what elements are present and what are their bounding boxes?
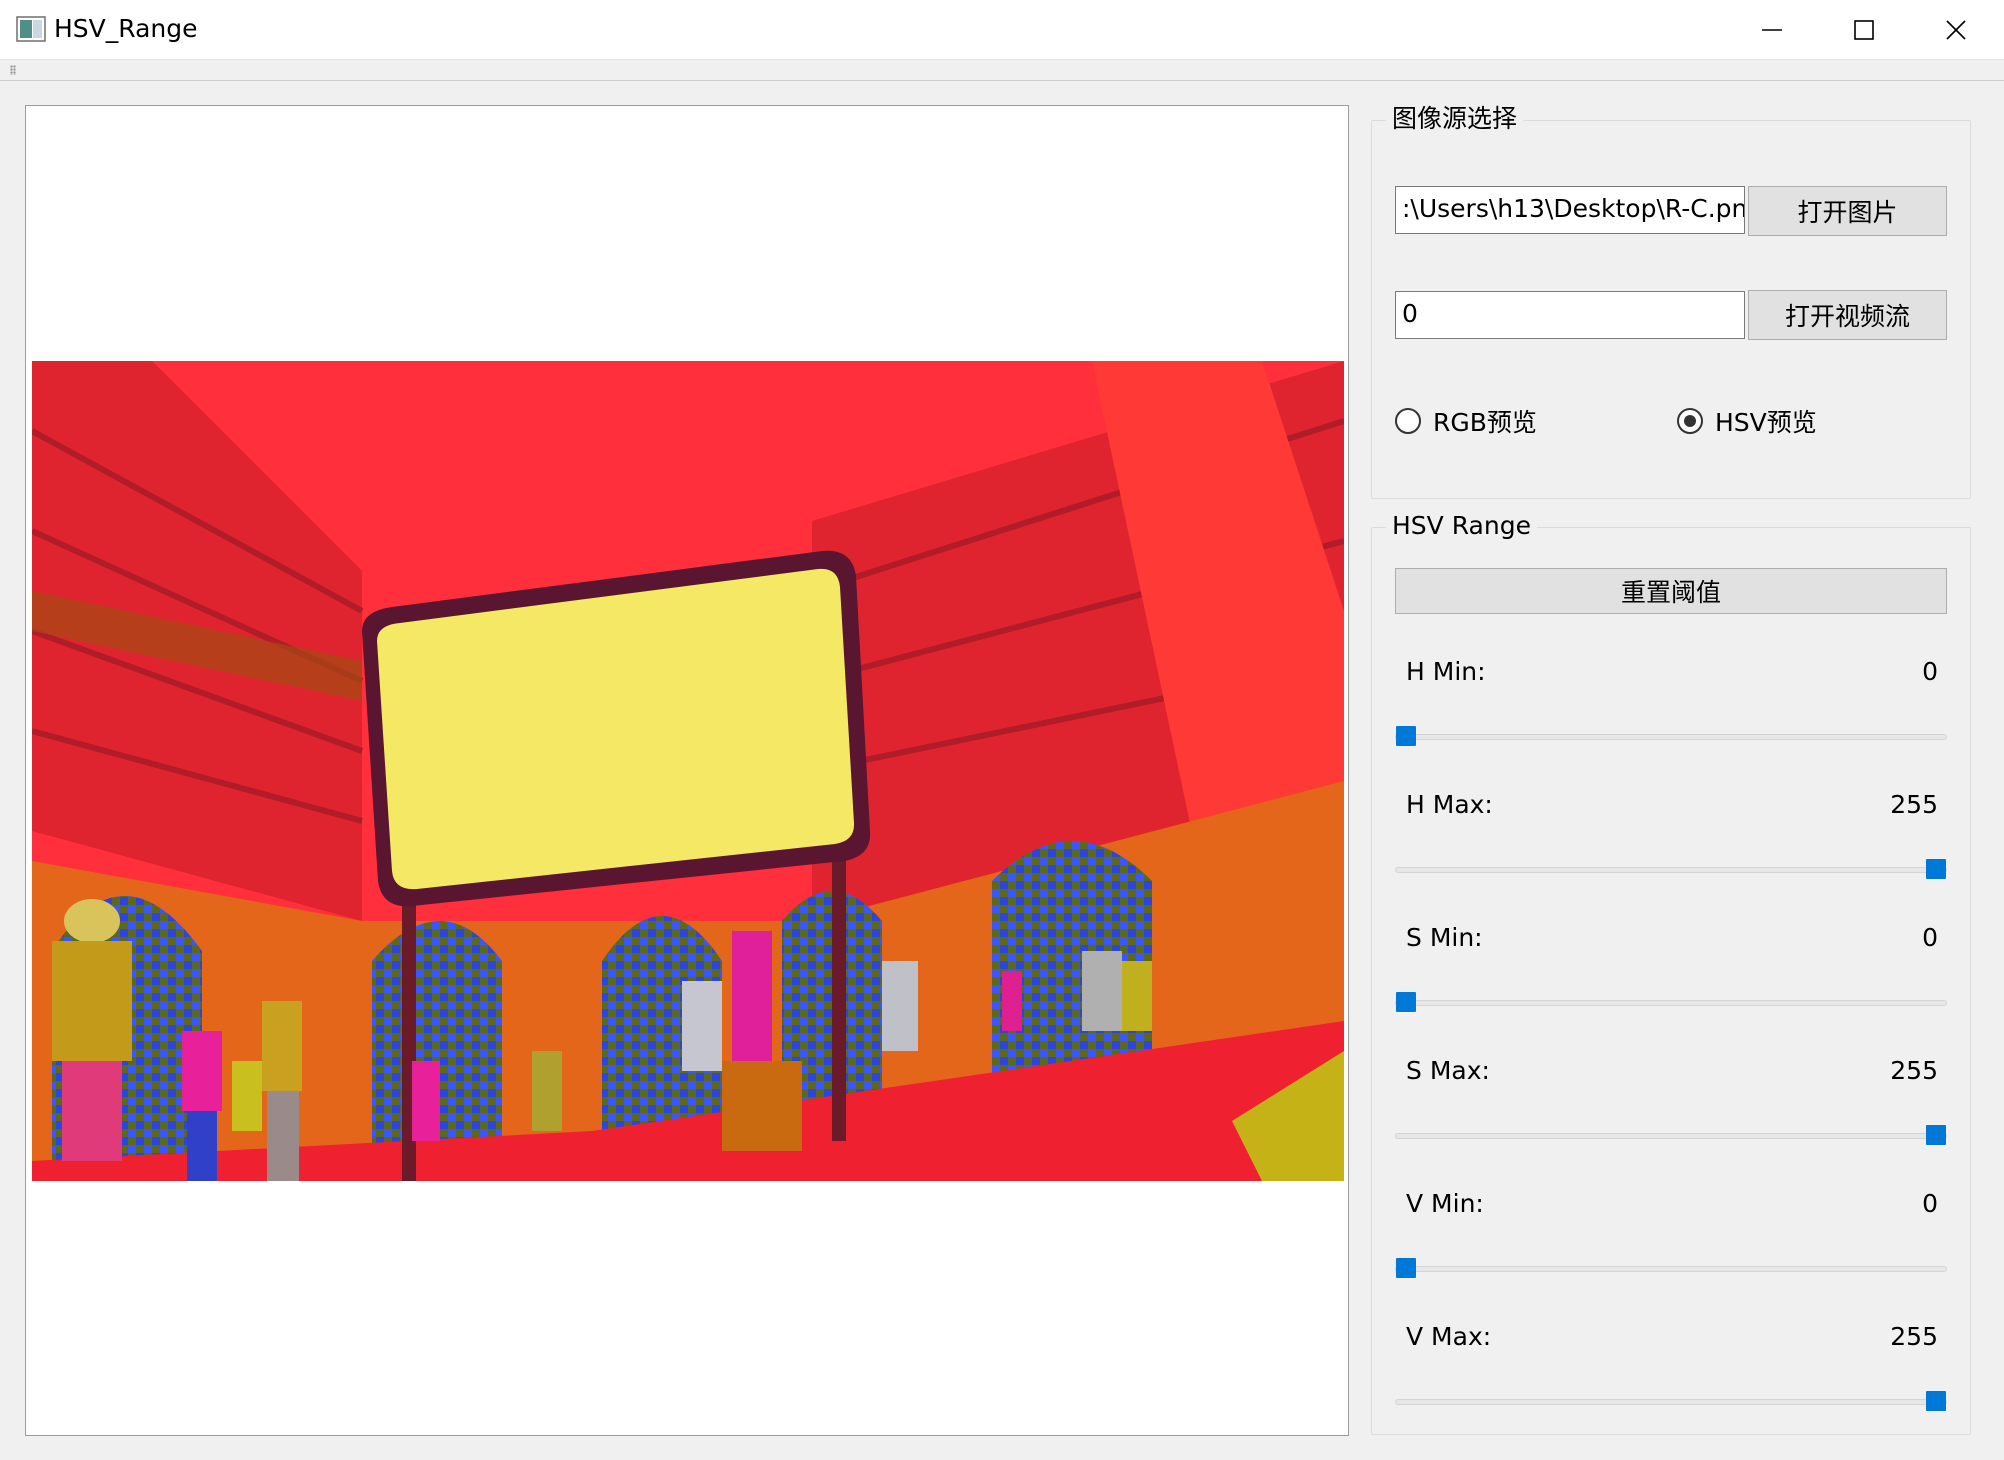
v-min-value: 0 bbox=[1922, 1189, 1938, 1218]
v-max-slider[interactable] bbox=[1395, 1391, 1947, 1411]
hsv-preview-radio[interactable]: HSV预览 bbox=[1677, 403, 1817, 439]
s-max-slider[interactable] bbox=[1395, 1125, 1947, 1145]
s-max-slider-handle[interactable] bbox=[1926, 1125, 1946, 1145]
window-title: HSV_Range bbox=[54, 14, 198, 43]
h-min-value: 0 bbox=[1922, 657, 1938, 686]
close-icon bbox=[1946, 20, 1966, 40]
close-button[interactable] bbox=[1910, 0, 2002, 60]
radio-checked-icon bbox=[1677, 408, 1703, 434]
s-min-value: 0 bbox=[1922, 923, 1938, 952]
h-max-label: H Max: bbox=[1406, 790, 1493, 819]
title-bar: HSV_Range bbox=[0, 0, 2004, 60]
minimize-icon bbox=[1762, 29, 1782, 31]
radio-unchecked-icon bbox=[1395, 408, 1421, 434]
hsv-preview-label: HSV预览 bbox=[1715, 408, 1817, 437]
image-source-group-title: 图像源选择 bbox=[1386, 102, 1524, 136]
hsv-range-group: HSV Range 重置阈值 H Min: 0 H Max: 255 S Min… bbox=[1371, 509, 1971, 1435]
reset-threshold-button[interactable]: 重置阈值 bbox=[1395, 568, 1947, 614]
s-max-value: 255 bbox=[1890, 1056, 1938, 1085]
s-min-slider-handle[interactable] bbox=[1396, 992, 1416, 1012]
minimize-button[interactable] bbox=[1726, 0, 1818, 60]
menu-bar bbox=[0, 60, 2004, 81]
h-max-slider[interactable] bbox=[1395, 859, 1947, 879]
open-video-button[interactable]: 打开视频流 bbox=[1748, 290, 1947, 340]
video-source-input[interactable]: 0 bbox=[1395, 291, 1745, 339]
v-min-label: V Min: bbox=[1406, 1189, 1484, 1218]
s-min-slider[interactable] bbox=[1395, 992, 1947, 1012]
h-min-slider-handle[interactable] bbox=[1396, 726, 1416, 746]
v-max-value: 255 bbox=[1890, 1322, 1938, 1351]
hsv-range-group-title: HSV Range bbox=[1386, 509, 1537, 543]
rgb-preview-label: RGB预览 bbox=[1433, 408, 1537, 437]
open-image-button[interactable]: 打开图片 bbox=[1748, 186, 1947, 236]
maximize-button[interactable] bbox=[1818, 0, 1910, 60]
h-max-slider-handle[interactable] bbox=[1926, 859, 1946, 879]
h-min-slider[interactable] bbox=[1395, 726, 1947, 746]
s-min-label: S Min: bbox=[1406, 923, 1483, 952]
h-max-value: 255 bbox=[1890, 790, 1938, 819]
v-min-slider-handle[interactable] bbox=[1396, 1258, 1416, 1278]
v-min-slider[interactable] bbox=[1395, 1258, 1947, 1278]
v-max-slider-handle[interactable] bbox=[1926, 1391, 1946, 1411]
app-window-icon bbox=[16, 16, 46, 42]
h-min-label: H Min: bbox=[1406, 657, 1486, 686]
rgb-preview-radio[interactable]: RGB预览 bbox=[1395, 403, 1537, 439]
image-preview-panel bbox=[25, 105, 1349, 1436]
s-max-label: S Max: bbox=[1406, 1056, 1490, 1085]
image-path-input[interactable]: :\Users\h13\Desktop\R-C.png bbox=[1395, 186, 1745, 234]
maximize-icon bbox=[1854, 20, 1874, 40]
hsv-preview-image bbox=[32, 361, 1344, 1181]
toolbar-grip-icon bbox=[10, 65, 16, 75]
image-source-group: 图像源选择 :\Users\h13\Desktop\R-C.png 打开图片 0… bbox=[1371, 102, 1971, 499]
v-max-label: V Max: bbox=[1406, 1322, 1492, 1351]
